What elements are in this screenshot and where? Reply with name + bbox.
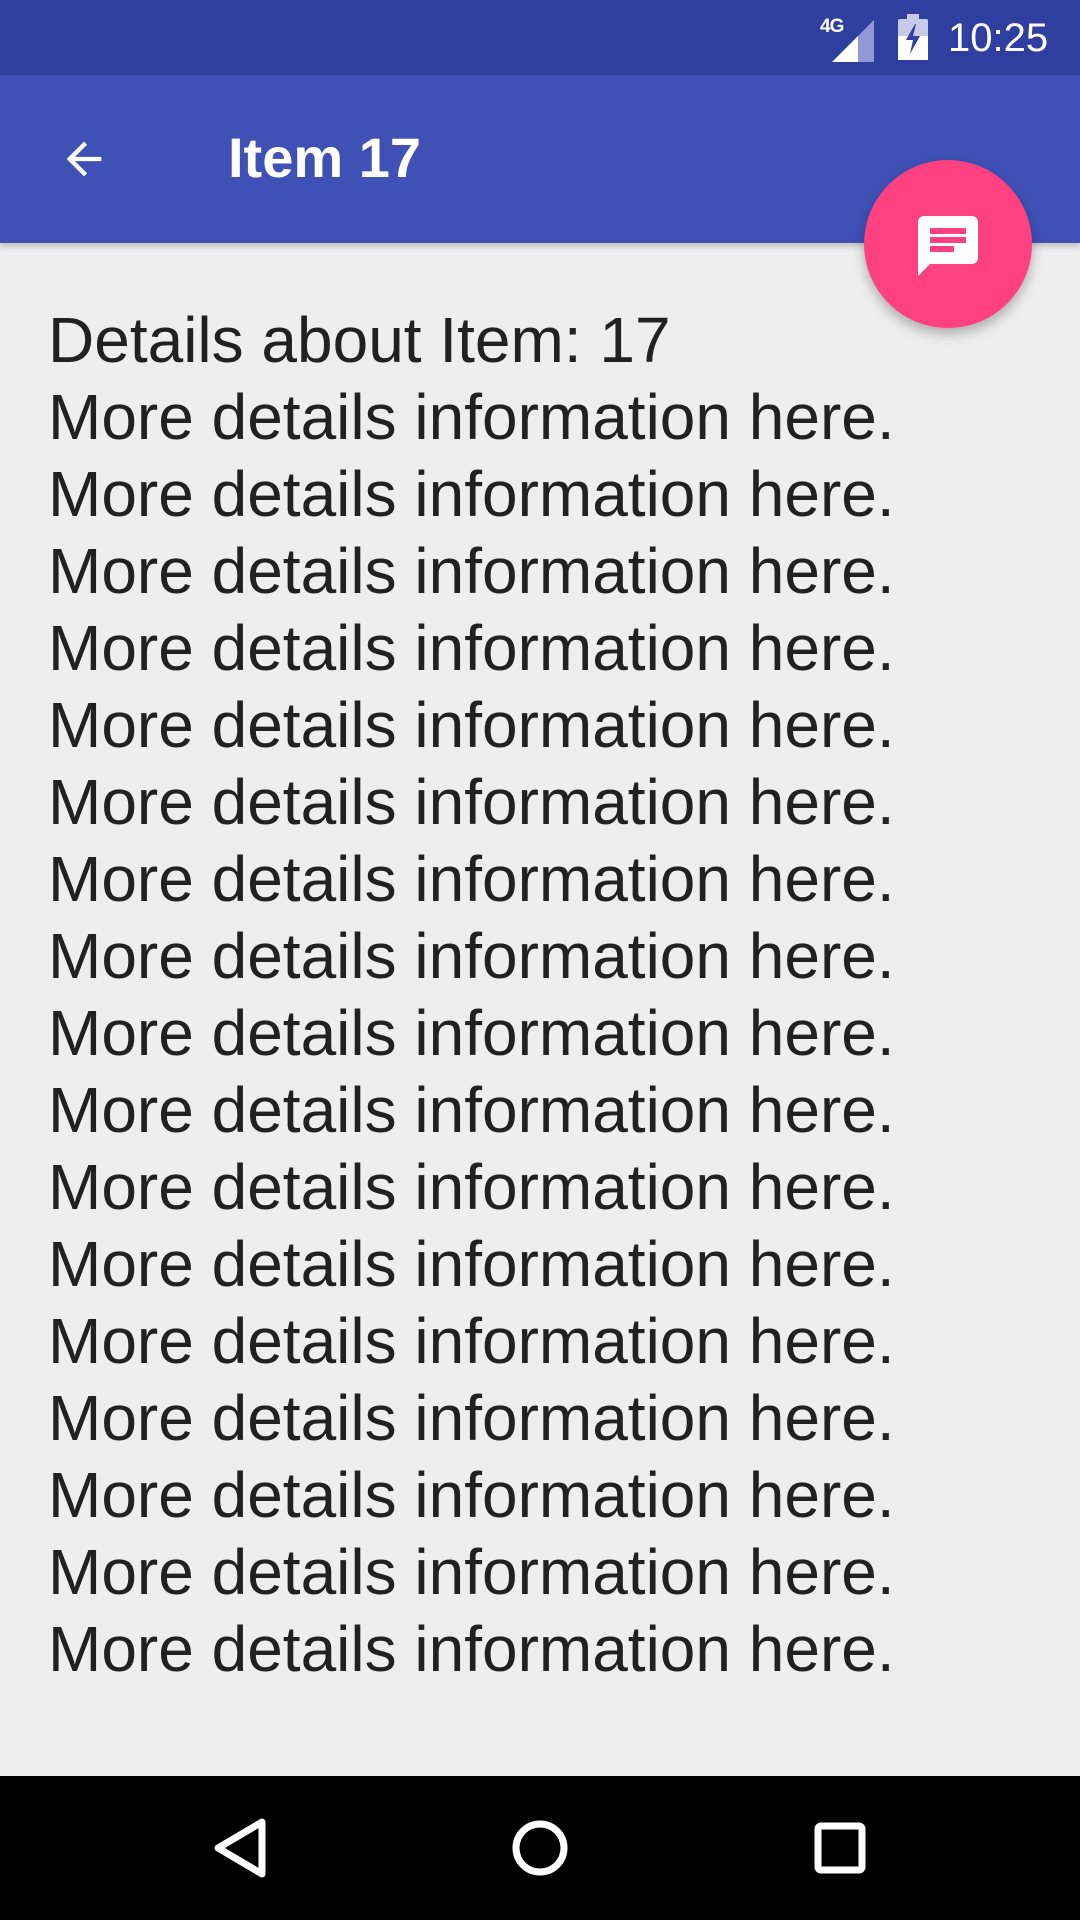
detail-line: More details information here.: [48, 997, 895, 1069]
detail-line: More details information here.: [48, 381, 895, 453]
item-details: Details about Item: 17 More details info…: [48, 302, 1038, 1688]
detail-line: More details information here.: [48, 1151, 895, 1223]
nav-recents-icon: [814, 1822, 866, 1874]
back-button[interactable]: [40, 115, 128, 203]
nav-recents-button[interactable]: [792, 1800, 888, 1896]
status-time: 10:25: [948, 16, 1049, 60]
system-navigation-bar: [0, 1776, 1080, 1920]
chat-message-icon: [918, 216, 978, 276]
detail-line: More details information here.: [48, 920, 895, 992]
detail-line: More details information here.: [48, 843, 895, 915]
detail-line: More details information here.: [48, 535, 895, 607]
detail-line: More details information here.: [48, 1305, 895, 1377]
nav-home-button[interactable]: [492, 1800, 588, 1896]
detail-line: More details information here.: [48, 1459, 895, 1531]
nav-back-icon: [214, 1818, 266, 1878]
signal-icon: 4G: [820, 16, 874, 62]
screen: 4G 10:25 Item 17 Details about Item: 17: [0, 0, 1080, 1920]
nav-back-button[interactable]: [192, 1800, 288, 1896]
arrow-back-icon: [66, 141, 102, 177]
detail-line: More details information here.: [48, 1382, 895, 1454]
nav-home-icon: [512, 1820, 568, 1876]
details-heading: Details about Item: 17: [48, 304, 671, 376]
detail-line: More details information here.: [48, 1536, 895, 1608]
page-title: Item 17: [228, 126, 421, 189]
detail-line: More details information here.: [48, 1074, 895, 1146]
status-bar: 4G 10:25: [0, 0, 1080, 75]
detail-line: More details information here.: [48, 766, 895, 838]
message-fab-button[interactable]: [864, 160, 1032, 328]
detail-line: More details information here.: [48, 612, 895, 684]
detail-line: More details information here.: [48, 1228, 895, 1300]
network-type-label: 4G: [820, 16, 844, 37]
detail-line: More details information here.: [48, 689, 895, 761]
battery-charging-icon: [898, 14, 928, 60]
detail-line: More details information here.: [48, 458, 895, 530]
detail-line: More details information here.: [48, 1613, 895, 1685]
